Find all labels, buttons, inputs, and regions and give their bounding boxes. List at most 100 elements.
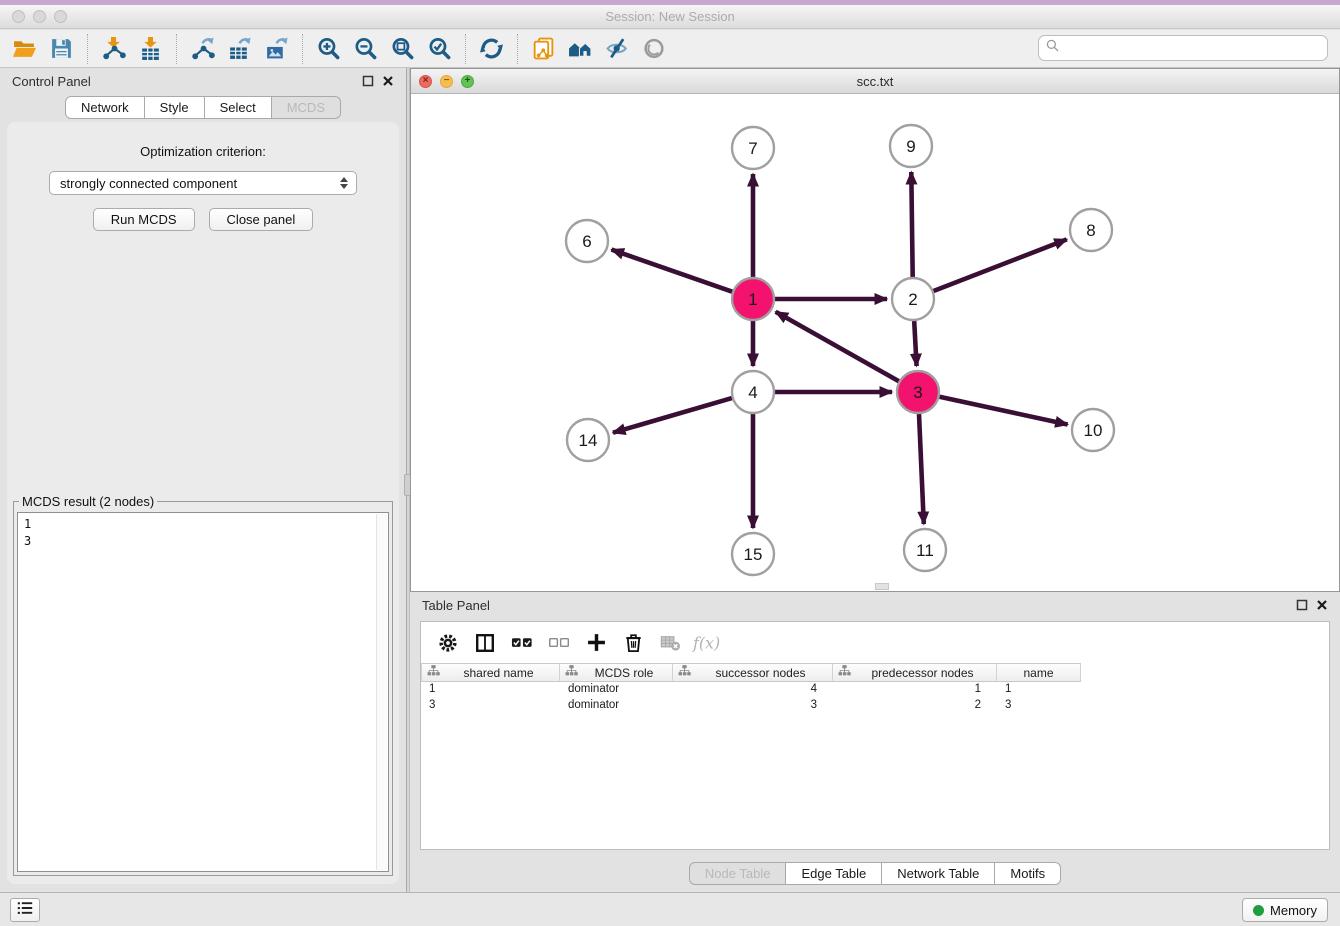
node-15[interactable]: 15	[732, 533, 774, 575]
export-table-icon[interactable]	[221, 33, 258, 65]
edge-3-10[interactable]	[940, 397, 1068, 425]
close-panel-button[interactable]: Close panel	[209, 208, 314, 231]
mcds-result-scrollbar[interactable]	[376, 514, 387, 870]
columns-icon[interactable]	[470, 627, 500, 659]
save-icon[interactable]	[43, 33, 80, 65]
column-header-name[interactable]: name	[997, 663, 1081, 682]
export-image-icon[interactable]	[258, 33, 295, 65]
search-input[interactable]	[1065, 41, 1321, 56]
network-canvas-grip[interactable]	[875, 583, 889, 590]
svg-text:14: 14	[579, 431, 598, 450]
toolbar-separator	[465, 34, 466, 64]
mcds-result-list[interactable]: 1 3	[17, 512, 389, 872]
import-network-icon[interactable]	[95, 33, 132, 65]
tab-style[interactable]: Style	[144, 96, 205, 119]
edge-2-9[interactable]	[911, 172, 912, 277]
node-3[interactable]: 3	[897, 371, 939, 413]
optimization-criterion-label: Optimization criterion:	[7, 144, 399, 159]
column-tree-icon	[838, 664, 851, 682]
table-cell[interactable]: 3	[673, 698, 833, 714]
edge-2-8[interactable]	[934, 239, 1067, 291]
column-header-label: predecessor nodes	[854, 666, 991, 680]
control-panel-close-icon[interactable]	[382, 75, 394, 87]
memory-button[interactable]: Memory	[1242, 898, 1328, 922]
table-tab-edge-table[interactable]: Edge Table	[785, 862, 882, 885]
gear-icon[interactable]	[433, 627, 463, 659]
table-tab-motifs[interactable]: Motifs	[994, 862, 1061, 885]
edge-2-3[interactable]	[914, 321, 916, 366]
open-file-icon[interactable]	[6, 33, 43, 65]
zoom-in-icon[interactable]	[310, 33, 347, 65]
network-canvas[interactable]: 1 2 3 4 6 7 8 9 10 11 14 15	[411, 94, 1339, 591]
search-icon	[1045, 38, 1061, 59]
clone-network-icon[interactable]	[525, 33, 562, 65]
column-tree-icon	[678, 664, 691, 682]
column-header-predecessor-nodes[interactable]: predecessor nodes	[833, 663, 997, 682]
node-8[interactable]: 8	[1070, 209, 1112, 251]
import-table-icon[interactable]	[132, 33, 169, 65]
first-neighbors-icon[interactable]	[562, 33, 599, 65]
run-mcds-button[interactable]: Run MCDS	[93, 208, 195, 231]
table-cell[interactable]: dominator	[560, 698, 673, 714]
table-row[interactable]: 3dominator323	[421, 698, 1329, 714]
network-window-titlebar[interactable]: × − + scc.txt	[411, 69, 1339, 94]
node-11[interactable]: 11	[904, 529, 946, 571]
edge-3-1[interactable]	[776, 312, 899, 381]
svg-text:9: 9	[906, 137, 915, 156]
table-tab-node-table[interactable]: Node Table	[689, 862, 787, 885]
task-history-button[interactable]	[10, 898, 40, 922]
select-all-icon[interactable]	[507, 627, 537, 659]
search-field[interactable]	[1038, 35, 1328, 61]
node-7[interactable]: 7	[732, 127, 774, 169]
hide-selected-icon[interactable]	[599, 33, 636, 65]
node-14[interactable]: 14	[567, 419, 609, 461]
node-2[interactable]: 2	[892, 278, 934, 320]
delete-row-icon[interactable]	[618, 627, 648, 659]
node-10[interactable]: 10	[1072, 409, 1114, 451]
table-cell[interactable]: 1	[833, 682, 997, 698]
control-panel-header: Control Panel	[0, 68, 406, 94]
table-tab-network-table[interactable]: Network Table	[881, 862, 995, 885]
tab-mcds[interactable]: MCDS	[271, 96, 341, 119]
zoom-selected-icon[interactable]	[421, 33, 458, 65]
table-rows: 1dominator4113dominator323	[421, 682, 1329, 714]
refresh-icon[interactable]	[473, 33, 510, 65]
table-row[interactable]: 1dominator411	[421, 682, 1329, 698]
table-cell[interactable]: 1	[421, 682, 560, 698]
node-9[interactable]: 9	[890, 125, 932, 167]
svg-text:1: 1	[748, 290, 757, 309]
table-cell[interactable]: 3	[421, 698, 560, 714]
zoom-out-icon[interactable]	[347, 33, 384, 65]
zoom-fit-icon[interactable]	[384, 33, 421, 65]
control-panel-float-icon[interactable]	[362, 75, 374, 87]
table-cell[interactable]: 3	[997, 698, 1081, 714]
edge-1-6[interactable]	[612, 250, 733, 292]
table-cell[interactable]: dominator	[560, 682, 673, 698]
toolbar-separator	[87, 34, 88, 64]
deselect-all-icon[interactable]	[544, 627, 574, 659]
edge-3-11[interactable]	[919, 414, 924, 524]
node-1[interactable]: 1	[732, 278, 774, 320]
column-header-shared-name[interactable]: shared name	[421, 663, 560, 682]
window-titlebar[interactable]: Session: New Session	[0, 5, 1340, 29]
table-cell[interactable]: 2	[833, 698, 997, 714]
column-header-successor-nodes[interactable]: successor nodes	[673, 663, 833, 682]
toolbar-separator	[517, 34, 518, 64]
export-network-icon[interactable]	[184, 33, 221, 65]
optimization-criterion-dropdown[interactable]: strongly connected component	[49, 171, 357, 195]
tab-select[interactable]: Select	[204, 96, 272, 119]
column-header-MCDS-role[interactable]: MCDS role	[560, 663, 673, 682]
mcds-result-lines: 1 3	[18, 513, 388, 553]
table-panel-header: Table Panel	[410, 592, 1340, 618]
column-tree-icon	[565, 664, 578, 682]
edge-4-14[interactable]	[613, 398, 732, 433]
table-panel-close-icon[interactable]	[1316, 599, 1328, 611]
table-cell[interactable]: 1	[997, 682, 1081, 698]
tab-network[interactable]: Network	[65, 96, 145, 119]
node-6[interactable]: 6	[566, 220, 608, 262]
table-panel-float-icon[interactable]	[1296, 599, 1308, 611]
add-row-icon[interactable]	[581, 627, 611, 659]
table-cell[interactable]: 4	[673, 682, 833, 698]
node-4[interactable]: 4	[732, 371, 774, 413]
column-header-label: successor nodes	[694, 666, 827, 680]
